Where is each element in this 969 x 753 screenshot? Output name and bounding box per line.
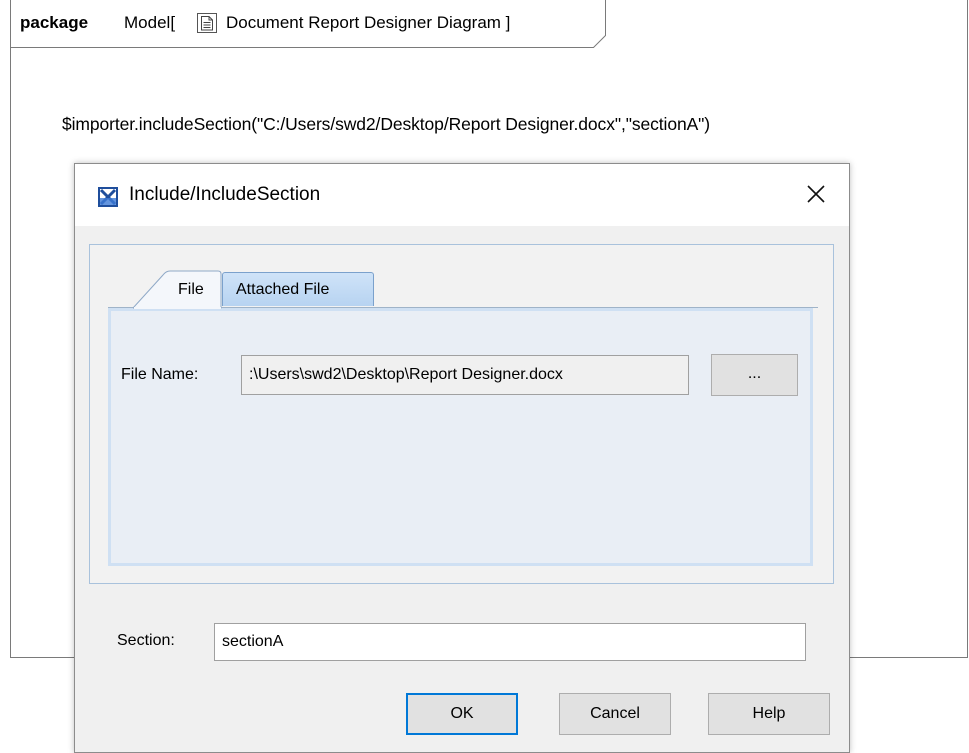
ok-button[interactable]: OK (406, 693, 518, 735)
file-name-label: File Name: (121, 366, 199, 383)
dialog-title: Include/IncludeSection (129, 184, 321, 205)
diagram-title: Document Report Designer Diagram ] (226, 13, 511, 32)
diagram-document-icon (196, 12, 218, 34)
importer-expression: $importer.includeSection("C:/Users/swd2/… (62, 114, 711, 134)
tab-attached-file[interactable]: Attached File (222, 272, 374, 306)
diagram-model-name: Model[ (124, 13, 176, 32)
diagram-header: package Model[ Document Report Designer … (10, 0, 606, 48)
tab-file[interactable]: File (133, 270, 222, 309)
tab-attached-file-label: Attached File (236, 281, 330, 298)
close-button[interactable] (793, 174, 839, 214)
tab-file-label: File (178, 281, 204, 298)
section-label: Section: (117, 632, 175, 649)
diagram-model-name-text: Model (124, 13, 171, 32)
browse-button[interactable]: ... (711, 354, 798, 396)
help-button[interactable]: Help (708, 693, 830, 735)
dialog-titlebar: Include/IncludeSection (75, 164, 849, 226)
diagram-keyword: package (20, 13, 89, 32)
file-name-field[interactable]: :\Users\swd2\Desktop\Report Designer.doc… (241, 355, 689, 395)
file-tab-panel (108, 308, 813, 566)
section-field[interactable]: sectionA (214, 623, 806, 661)
cancel-button[interactable]: Cancel (559, 693, 671, 735)
include-section-dialog: Include/IncludeSection File Attached Fil… (74, 163, 850, 753)
close-icon (807, 185, 825, 203)
app-icon (97, 186, 119, 208)
